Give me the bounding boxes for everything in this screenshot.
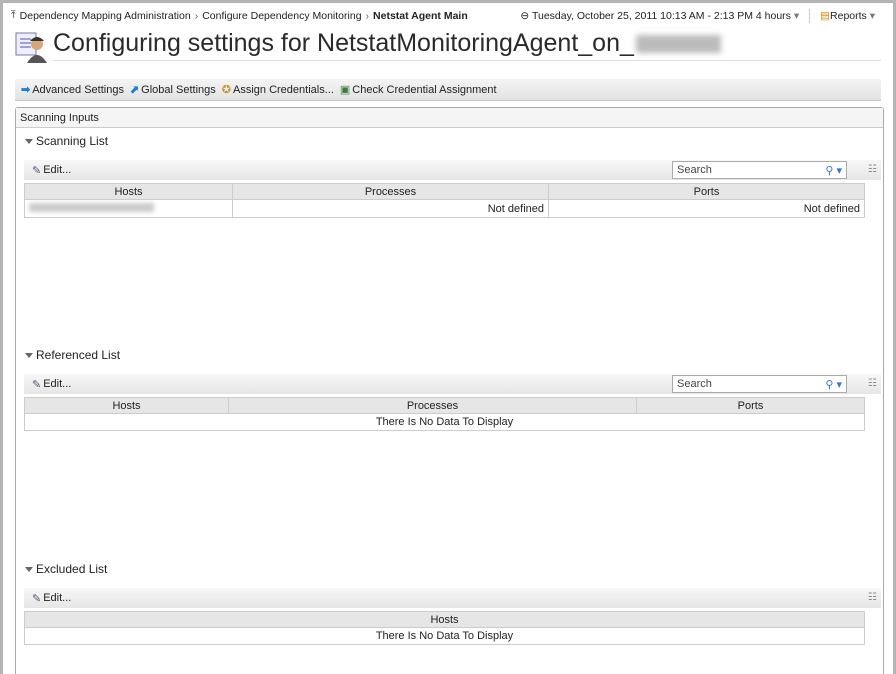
global-settings-button[interactable]: ⬈ Global Settings — [129, 83, 216, 97]
edit-button[interactable]: ✎ Edit... — [32, 592, 71, 605]
breadcrumb: ⤒ Dependency Mapping Administration › Con… — [11, 9, 468, 22]
processes-cell: Not defined — [232, 199, 549, 218]
credential-icon: ✪ — [221, 84, 231, 96]
breadcrumb-link[interactable]: Configure Dependency Monitoring — [202, 10, 361, 22]
home-icon: ⤒ — [11, 9, 16, 21]
referenced-table: Hosts Processes Ports There Is No Data To … — [24, 397, 865, 431]
table-row[interactable]: Not defined Not defined — [24, 199, 865, 218]
edit-icon: ✎ — [32, 592, 42, 605]
column-options-icon[interactable]: ☷ — [868, 378, 877, 389]
breadcrumb-link[interactable]: Dependency Mapping Administration — [20, 10, 191, 22]
edit-button[interactable]: ✎ Edit... — [32, 378, 71, 391]
breadcrumb-current: Netstat Agent Main — [373, 9, 468, 22]
empty-message: There Is No Data To Display — [24, 627, 865, 645]
search-input[interactable]: Search ⚲ ▾ — [672, 375, 847, 393]
search-icon[interactable]: ⚲ ▾ — [825, 378, 842, 391]
clock-icon: ⊖ — [520, 10, 530, 22]
column-header[interactable]: Processes — [228, 397, 637, 414]
host-cell — [24, 199, 233, 218]
advanced-settings-button[interactable]: ➡ Advanced Settings — [21, 83, 124, 97]
arrow-right-icon: ➡ — [21, 84, 31, 96]
main-toolbar: ➡ Advanced Settings ⬈ Global Settings ✪ Ass… — [15, 79, 881, 101]
report-icon: ▤ — [820, 10, 831, 22]
chevron-down-icon: ▾ — [869, 10, 875, 22]
reports-button[interactable]: ▤Reports ▾ — [820, 10, 875, 22]
column-header[interactable]: Ports — [548, 183, 865, 200]
column-options-icon[interactable]: ☷ — [868, 164, 877, 175]
panel-title: Scanning Inputs — [16, 108, 883, 128]
collapse-icon — [25, 352, 33, 358]
time-range-selector[interactable]: ⊖ Tuesday, October 25, 2011 10:13 AM - 2… — [520, 10, 799, 22]
ports-cell: Not defined — [548, 199, 865, 218]
search-input[interactable]: Search ⚲ ▾ — [672, 161, 847, 179]
column-header[interactable]: Hosts — [24, 611, 865, 628]
excluded-table: Hosts There Is No Data To Display — [24, 611, 865, 645]
edit-icon: ✎ — [32, 378, 42, 391]
column-header[interactable]: Hosts — [24, 397, 229, 414]
column-header[interactable]: Processes — [232, 183, 549, 200]
column-options-icon[interactable]: ☷ — [868, 592, 877, 603]
empty-message: There Is No Data To Display — [24, 413, 865, 431]
collapse-icon — [25, 138, 33, 144]
assign-credentials-button[interactable]: ✪ Assign Credentials... — [221, 83, 334, 97]
column-header[interactable]: Hosts — [24, 183, 233, 200]
arrow-up-right-icon: ⬈ — [129, 84, 140, 96]
edit-button[interactable]: ✎ Edit... — [32, 164, 71, 177]
check-window-icon: ▣ — [339, 84, 351, 96]
collapse-icon — [25, 566, 33, 572]
scanning-table: Hosts Processes Ports Not defined Not defin… — [24, 183, 865, 218]
check-credential-assignment-button[interactable]: ▣ Check Credential Assignment — [339, 83, 497, 97]
edit-icon: ✎ — [32, 164, 42, 177]
excluded-list-toggle[interactable]: Excluded List — [25, 562, 107, 576]
page-title: Configuring settings for NetstatMonitori… — [53, 29, 721, 58]
agent-icon — [15, 31, 49, 63]
column-header[interactable]: Ports — [636, 397, 865, 414]
referenced-list-toggle[interactable]: Referenced List — [25, 348, 120, 362]
scanning-list-toggle[interactable]: Scanning List — [25, 134, 108, 148]
chevron-down-icon: ▾ — [793, 10, 800, 22]
search-icon[interactable]: ⚲ ▾ — [825, 164, 842, 177]
